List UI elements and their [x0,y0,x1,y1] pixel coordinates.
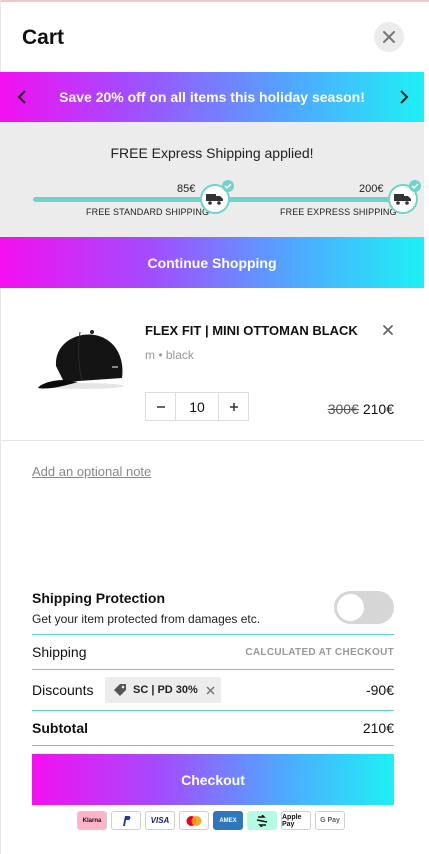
product-name[interactable]: FLEX FIT | MINI OTTOMAN BLACK [145,323,358,338]
milestone-label-standard: FREE STANDARD SHIPPING [86,207,210,217]
shipping-value: CALCULATED AT CHECKOUT [245,646,394,658]
subtotal-label: Subtotal [32,720,88,736]
plus-icon [229,402,238,411]
cart-header: Cart [0,2,429,72]
divider [32,669,394,670]
remove-discount-button[interactable] [206,685,215,695]
shipping-progress: FREE Express Shipping applied! 85€ FREE … [0,122,424,237]
remove-item-button[interactable] [382,323,396,337]
quantity-input[interactable] [175,393,219,420]
check-icon [222,180,234,192]
promo-message: Save 20% off on all items this holiday s… [59,89,365,105]
afterpay-icon [247,811,277,830]
add-note-link[interactable]: Add an optional note [32,464,151,479]
protection-toggle[interactable] [334,591,394,624]
increase-quantity-button[interactable] [219,393,248,420]
close-button[interactable] [374,22,404,52]
promo-banner: Save 20% off on all items this holiday s… [0,72,424,122]
check-icon [409,180,421,192]
tag-icon [113,683,127,697]
promo-next-button[interactable] [394,87,414,107]
milestone-label-express: FREE EXPRESS SHIPPING [280,207,397,217]
discounts-label: Discounts [32,682,94,698]
divider [32,634,394,635]
shipping-label: Shipping [32,644,87,660]
cart-title: Cart [22,26,65,49]
toggle-knob [337,594,364,621]
discounted-price: 210€ [362,401,394,417]
subtotal-row: Subtotal 210€ [32,719,394,737]
protection-description: Get your item protected from damages etc… [32,612,261,626]
apple-pay-icon: Apple Pay [281,811,311,830]
cart-item: FLEX FIT | MINI OTTOMAN BLACK m • black … [0,298,424,441]
discount-chip: SC | PD 30% [105,677,221,703]
shipping-protection: Shipping Protection Get your item protec… [32,588,394,634]
cap-icon [38,330,124,389]
mastercard-icon [179,811,209,830]
protection-title: Shipping Protection [32,590,165,606]
subtotal-value: 210€ [362,720,394,736]
google-pay-icon: G Pay [315,811,345,830]
milestone-amount-standard: 85€ [177,183,196,195]
close-icon [383,325,393,335]
truck-icon [394,194,411,205]
visa-icon: VISA [145,811,175,830]
checkout-button[interactable]: Checkout [32,754,394,805]
product-image[interactable] [34,326,130,394]
milestone-amount-express: 200€ [359,183,384,195]
discount-value: -90€ [365,682,394,698]
quantity-stepper [145,392,249,421]
truck-icon [206,194,223,205]
shipping-row: Shipping CALCULATED AT CHECKOUT [32,643,394,661]
decrease-quantity-button[interactable] [146,393,175,420]
divider [32,710,394,711]
chevron-left-icon [17,90,26,104]
close-icon [383,31,395,43]
amex-icon: AMEX [213,811,243,830]
klarna-icon: Klarna [77,811,107,830]
chevron-right-icon [400,90,409,104]
original-price: 300€ [327,401,359,417]
discount-code: SC | PD 30% [133,684,198,696]
paypal-icon [111,811,141,830]
product-variant: m • black [145,348,194,362]
shipping-applied-text: FREE Express Shipping applied! [110,145,314,161]
item-price: 300€ 210€ [328,401,394,417]
continue-shopping-button[interactable]: Continue Shopping [0,237,424,288]
close-icon [206,685,215,695]
minus-icon [156,405,165,408]
divider [32,745,394,746]
payment-methods: Klarna VISA AMEX Apple Pay G Pay [77,811,345,830]
promo-prev-button[interactable] [12,87,32,107]
